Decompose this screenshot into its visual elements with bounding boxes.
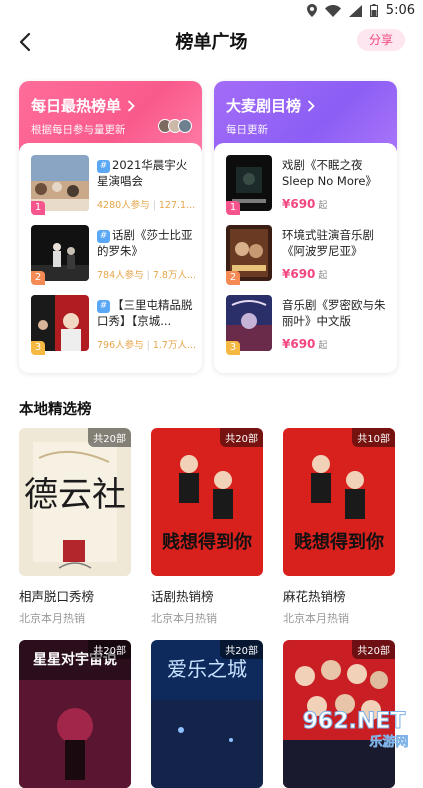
clock: 5:06: [385, 3, 415, 18]
daily-hot-title: 每日最热榜单: [31, 97, 122, 115]
watermark-brand: 962.NET: [303, 709, 406, 734]
item-title: 话剧《莎士比亚的罗朱》: [97, 228, 193, 258]
rank-poster: 贱想得到你 共20部: [151, 428, 263, 576]
price-value: ¥690: [282, 337, 316, 351]
wifi-icon: [324, 4, 341, 17]
rank-badge: 1: [226, 201, 240, 215]
poster-text: 德云社: [24, 475, 126, 515]
watermark-sub: 乐游网: [369, 734, 408, 750]
rank-badge: 3: [226, 341, 240, 355]
local-rank-item[interactable]: 星星对宇宙说 共20部: [19, 640, 131, 788]
musical-rank-header[interactable]: 大麦剧目榜 每日更新: [214, 81, 397, 151]
musical-rank-card[interactable]: 大麦剧目榜 每日更新 1 戏剧《不眠之夜Sleep No More》 ¥690 起…: [214, 81, 397, 373]
item-extra: 127.1...: [158, 200, 196, 211]
price-unit: 起: [318, 201, 328, 211]
count-badge: 共20部: [220, 428, 263, 447]
musical-rank-title: 大麦剧目榜: [226, 97, 302, 115]
musical-rank-subtitle: 每日更新: [226, 124, 268, 136]
item-extra: 7.8万人...: [152, 270, 197, 281]
rank-name: 相声脱口秀榜: [19, 589, 95, 604]
local-rank-item[interactable]: 爱乐之城 共20部: [151, 640, 263, 788]
rank-subtitle: 北京本月热销: [19, 612, 85, 625]
count-badge: 共20部: [352, 640, 395, 659]
count-badge: 共10部: [352, 428, 395, 447]
rank-poster: 贱想得到你 共10部: [283, 428, 395, 576]
poster-text: 贱想得到你: [294, 531, 384, 553]
share-button[interactable]: 分享: [357, 29, 405, 51]
count-badge: 共20部: [88, 428, 131, 447]
location-icon: [306, 4, 317, 17]
rank-badge: 2: [226, 271, 240, 285]
price-value: ¥690: [282, 267, 316, 281]
rank-name: 麻花热销榜: [283, 589, 346, 604]
avatar: [178, 119, 192, 133]
page-header: 榜单广场 分享: [0, 24, 423, 60]
participant-count: 784人参与: [97, 270, 144, 281]
list-item[interactable]: 3 音乐剧《罗密欧与朱丽叶》中文版 ¥690 起: [214, 289, 397, 359]
item-extra: 1.7万人...: [152, 340, 197, 351]
poster-text: 爱乐之城: [167, 657, 247, 681]
daily-hot-header[interactable]: 每日最热榜单 根据每日参与量更新: [19, 81, 202, 151]
local-rank-item[interactable]: 贱想得到你 共10部 麻花热销榜 北京本月热销: [283, 428, 395, 626]
list-item[interactable]: 1 戏剧《不眠之夜Sleep No More》 ¥690 起: [214, 149, 397, 219]
site-watermark-logo: 962.NET 乐游网: [302, 709, 409, 751]
count-badge: 共20部: [220, 640, 263, 659]
rank-poster: 德云社 共20部: [19, 428, 131, 576]
price-unit: 起: [318, 271, 328, 281]
hashtag-icon: #: [97, 160, 110, 173]
chevron-right-icon: [307, 99, 315, 112]
list-item[interactable]: 2 # 话剧《莎士比亚的罗朱》 784人参与 | 7.8万人...: [19, 219, 202, 289]
list-item[interactable]: 1 #2021华晨宇火星演唱会 4280人参与 | 127.1...: [19, 149, 202, 219]
local-section-title: 本地精选榜: [19, 402, 92, 418]
participant-count: 796人参与: [97, 340, 144, 351]
item-title: 【三里屯精品脱口秀】【京城...: [97, 298, 193, 328]
item-title: 音乐剧《罗密欧与朱丽叶》中文版: [282, 298, 386, 328]
rank-subtitle: 北京本月热销: [151, 612, 217, 625]
signal-icon: [348, 4, 362, 17]
participant-count: 4280人参与: [97, 200, 150, 211]
rank-name: 话剧热销榜: [151, 589, 214, 604]
daily-hot-card[interactable]: 每日最热榜单 根据每日参与量更新 1 #2021华晨宇火星演唱会 4280人参与…: [19, 81, 202, 373]
list-item[interactable]: 3 # 【三里屯精品脱口秀】【京城... 796人参与 | 1.7万人...: [19, 289, 202, 359]
list-item[interactable]: 2 环境式驻演音乐剧《阿波罗尼亚》 ¥690 起: [214, 219, 397, 289]
rank-subtitle: 北京本月热销: [283, 612, 349, 625]
local-rank-item[interactable]: 德云社 共20部 相声脱口秀榜 北京本月热销: [19, 428, 131, 626]
price-value: ¥690: [282, 197, 316, 211]
price-unit: 起: [318, 341, 328, 351]
count-badge: 共20部: [88, 640, 131, 659]
item-title: 2021华晨宇火星演唱会: [97, 158, 188, 188]
rank-poster: 星星对宇宙说 共20部: [19, 640, 131, 788]
status-bar: 5:06: [0, 0, 423, 24]
rank-badge: 2: [31, 271, 45, 285]
local-rank-item[interactable]: 贱想得到你 共20部 话剧热销榜 北京本月热销: [151, 428, 263, 626]
participant-avatars: [158, 119, 192, 133]
price: ¥690 起: [282, 267, 327, 281]
price: ¥690 起: [282, 337, 327, 351]
chevron-right-icon: [127, 99, 135, 112]
rank-poster: 爱乐之城 共20部: [151, 640, 263, 788]
item-title: 环境式驻演音乐剧《阿波罗尼亚》: [282, 228, 374, 258]
rank-badge: 1: [31, 201, 45, 215]
hashtag-icon: #: [97, 230, 110, 243]
rank-badge: 3: [31, 341, 45, 355]
item-title: 戏剧《不眠之夜Sleep No More》: [282, 158, 377, 188]
hashtag-icon: #: [97, 300, 110, 313]
poster-text: 贱想得到你: [162, 531, 252, 553]
price: ¥690 起: [282, 197, 327, 211]
battery-icon: [369, 4, 378, 17]
